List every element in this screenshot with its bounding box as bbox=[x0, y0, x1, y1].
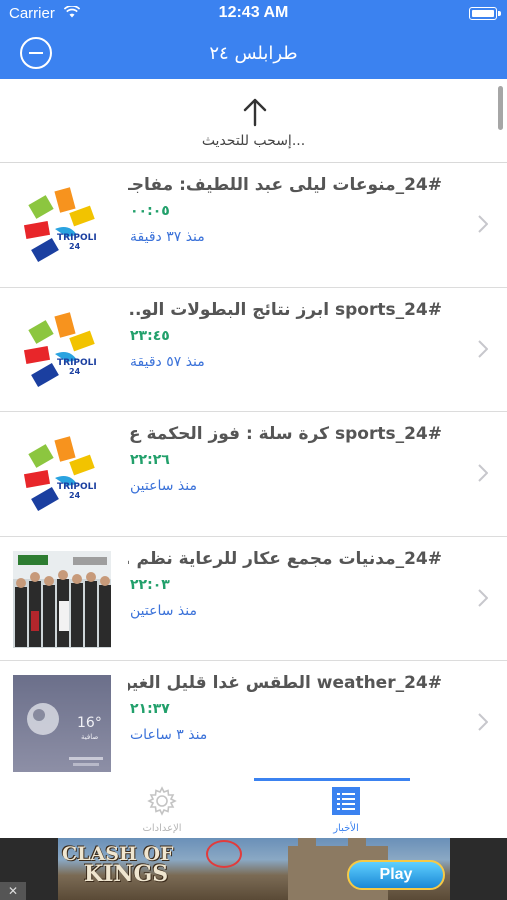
news-row[interactable]: 24#_مدنيات مجمع عكار للرعاية نظم ... ٢٢:… bbox=[0, 537, 507, 661]
page-title: طرابلس ٢٤ bbox=[209, 43, 298, 64]
news-headline: 24#_sports كرة سلة : فوز الحكمة ع... bbox=[128, 424, 442, 444]
svg-text:24: 24 bbox=[69, 491, 81, 500]
tab-active-indicator bbox=[254, 778, 410, 781]
arrow-up-icon bbox=[243, 98, 267, 127]
news-duration: ٠٠:٠٥ bbox=[130, 203, 170, 219]
chevron-right-icon bbox=[478, 339, 488, 358]
tripoli24-logo: TRIPOLI 24 bbox=[13, 302, 111, 399]
ad-artwork[interactable]: CLASH OF KINGS Play bbox=[58, 838, 450, 900]
ad-close-button[interactable]: ✕ bbox=[0, 882, 26, 900]
news-headline: 24#_مدنيات مجمع عكار للرعاية نظم ... bbox=[128, 548, 442, 569]
news-list-icon bbox=[332, 787, 360, 815]
chevron-right-icon bbox=[478, 215, 488, 233]
tab-settings-label: الإعدادات bbox=[142, 823, 182, 834]
tab-news-label: الأخبار bbox=[333, 823, 359, 834]
news-age: منذ ٥٧ دقيقة bbox=[130, 353, 205, 370]
ad-banner[interactable]: CLASH OF KINGS Play ✕ bbox=[0, 838, 507, 900]
news-list: TRIPOLI 24 24#_منوعات ليلى عبد اللطيف: م… bbox=[0, 163, 507, 786]
chevron-right-icon bbox=[478, 713, 488, 731]
news-age: منذ ٣ ساعات bbox=[130, 727, 208, 743]
group-photo bbox=[13, 550, 111, 648]
news-headline: 24#_sports ابرز نتائج البطولات الو... bbox=[128, 299, 442, 320]
news-headline: 24#_weather الطقس غدا قليل الغيو... bbox=[128, 673, 442, 693]
news-row[interactable]: TRIPOLI 24 24#_sports كرة سلة : فوز الحك… bbox=[0, 412, 507, 537]
tab-news[interactable]: الأخبار bbox=[286, 785, 406, 837]
chevron-right-icon bbox=[478, 588, 488, 607]
gear-icon bbox=[147, 786, 177, 816]
tab-bar: الإعدادات الأخبار bbox=[0, 775, 507, 838]
pull-to-refresh[interactable]: ...إسحب للتحديث bbox=[0, 79, 507, 163]
news-duration: ٢٣:٤٥ bbox=[130, 327, 170, 344]
news-duration: ٢٢:٠٣ bbox=[130, 576, 170, 593]
weather-temp: 16° bbox=[77, 715, 102, 731]
ad-logo: CLASH OF KINGS bbox=[62, 844, 174, 887]
news-row[interactable]: 16° صافية 24#_weather الطقس غدا قليل الغ… bbox=[0, 661, 507, 786]
pull-to-refresh-label: ...إسحب للتحديث bbox=[201, 133, 306, 149]
news-row[interactable]: TRIPOLI 24 24#_sports ابرز نتائج البطولا… bbox=[0, 288, 507, 412]
ad-play-button[interactable]: Play bbox=[347, 860, 445, 890]
tripoli24-logo: TRIPOLI 24 bbox=[13, 177, 111, 274]
news-age: منذ ساعتين bbox=[130, 478, 197, 494]
tripoli24-logo: TRIPOLI 24 bbox=[13, 426, 111, 523]
svg-text:24: 24 bbox=[69, 242, 81, 251]
ad-logo-line2: KINGS bbox=[84, 861, 169, 887]
top-bar: Carrier 12:43 AM طرابلس ٢٤ bbox=[0, 0, 507, 79]
news-headline: 24#_منوعات ليلى عبد اللطيف: مفاجـ... bbox=[128, 175, 442, 195]
chevron-right-icon bbox=[478, 464, 488, 482]
status-time: 12:43 AM bbox=[218, 4, 289, 21]
crosshair-icon bbox=[206, 840, 242, 868]
news-age: منذ ساعتين bbox=[130, 602, 197, 619]
svg-text:24: 24 bbox=[69, 367, 81, 376]
news-age: منذ ٣٧ دقيقة bbox=[130, 229, 205, 245]
news-row[interactable]: TRIPOLI 24 24#_منوعات ليلى عبد اللطيف: م… bbox=[0, 163, 507, 288]
status-bar: Carrier 12:43 AM bbox=[0, 0, 507, 28]
weather-condition: صافية bbox=[81, 733, 98, 741]
scrollbar[interactable] bbox=[498, 86, 503, 130]
weather-screen: 16° صافية bbox=[13, 675, 111, 772]
battery-icon bbox=[469, 7, 501, 20]
news-duration: ٢١:٣٧ bbox=[130, 701, 170, 717]
tab-settings[interactable]: الإعدادات bbox=[102, 785, 222, 837]
news-duration: ٢٢:٢٦ bbox=[130, 452, 170, 468]
